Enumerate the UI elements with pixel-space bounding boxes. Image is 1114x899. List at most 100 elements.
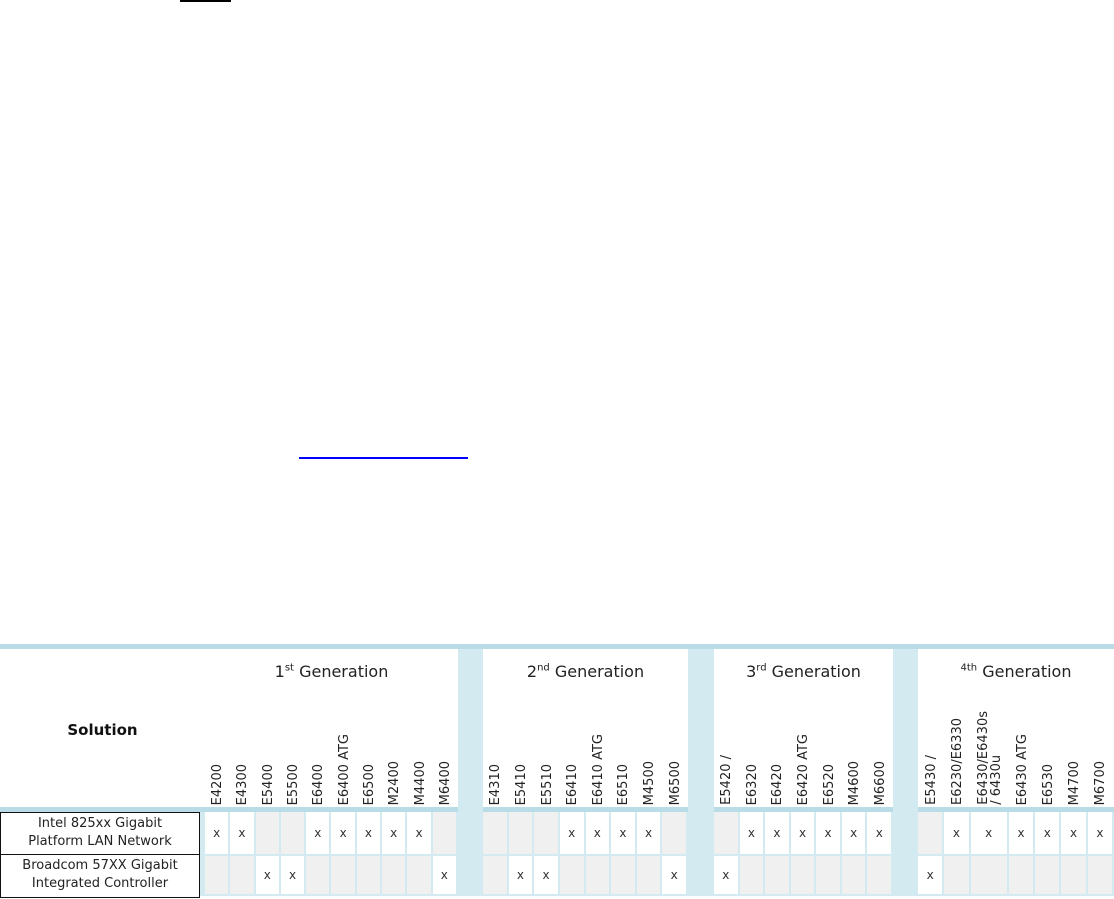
support-cell: [255, 812, 279, 854]
table-row: xxxxxxx: [205, 812, 458, 854]
support-cell: x: [230, 812, 254, 854]
generation-label: Generation: [771, 662, 861, 681]
support-cell: x: [1061, 812, 1086, 854]
model-column-header: M4500: [637, 689, 663, 805]
top-rule: [180, 0, 231, 2]
model-name: E6420 ATG: [796, 733, 812, 805]
model-name: E5410: [513, 763, 529, 805]
model-name: M6500: [667, 760, 683, 805]
model-name: M2400: [387, 760, 403, 805]
support-cell: [1061, 856, 1086, 894]
model-name: E5420 /: [719, 755, 735, 805]
support-cell: x: [559, 812, 584, 854]
generation-2-panel: 2nd Generation E4310 E5410 E5510 E6410 E6410 …: [483, 649, 688, 899]
model-column-header: E6500: [357, 689, 382, 805]
model-name: E5430 /: [923, 755, 939, 805]
generation-label: Generation: [982, 662, 1072, 681]
generation-title: 4th Generation: [918, 662, 1114, 681]
generation-1-panel: 1st Generation E4200 E4300 E5400 E5500 E6400 E…: [205, 649, 458, 899]
support-cell: [331, 856, 355, 894]
support-cell: [662, 812, 686, 854]
table-row: xxx: [205, 856, 458, 894]
model-column-header: M6600: [867, 689, 893, 805]
model-column-header: E5510: [534, 689, 560, 805]
model-column-header: E6420 ATG: [791, 689, 817, 805]
model-column-header: E6230/E6330: [944, 689, 970, 805]
model-name: M4700: [1067, 760, 1083, 805]
model-column-header: E6410: [560, 689, 586, 805]
support-cell: [205, 856, 229, 894]
model-name: M4500: [642, 760, 658, 805]
support-cell: [816, 856, 840, 894]
model-name: M6600: [872, 760, 888, 805]
support-cell: [306, 856, 330, 894]
model-column-header: M4600: [842, 689, 868, 805]
model-name: M6700: [1093, 760, 1109, 805]
support-cell: x: [432, 856, 456, 894]
table-row: xxxx: [483, 812, 688, 854]
support-cell: [559, 856, 584, 894]
generation-header: 1st Generation E4200 E4300 E5400 E5500 E6400 E…: [205, 649, 458, 807]
support-cell: x: [205, 812, 229, 854]
model-name: M4400: [412, 760, 428, 805]
model-column-header: E6520: [816, 689, 842, 805]
support-cell: [636, 856, 661, 894]
model-name: E6510: [616, 763, 632, 805]
generation-suffix: 4th: [960, 662, 978, 674]
model-column-header: E6430/E6430s / 6430u: [970, 689, 1009, 805]
support-cell: [534, 812, 558, 854]
generation-header: 2nd Generation E4310 E5410 E5510 E6410 E6410 …: [483, 649, 688, 807]
support-cell: [508, 812, 533, 854]
support-cell: x: [765, 812, 789, 854]
support-cell: [1035, 856, 1060, 894]
model-column-header: E6400: [306, 689, 331, 805]
support-cell: [483, 856, 507, 894]
support-cell: [280, 812, 305, 854]
support-cell: [765, 856, 789, 894]
model-name: M4600: [847, 760, 863, 805]
model-column-header: E6430 ATG: [1009, 689, 1035, 805]
support-cell: x: [944, 812, 969, 854]
model-column-header: E6410 ATG: [586, 689, 612, 805]
support-cell: x: [611, 812, 635, 854]
support-cell: x: [739, 812, 764, 854]
support-cell: x: [841, 812, 866, 854]
model-name: M6400: [437, 760, 453, 805]
generation-header: 3rd Generation E5420 / E6320 E6420 E6420 ATG…: [714, 649, 893, 807]
support-cell: x: [790, 812, 815, 854]
generation-title: 2nd Generation: [483, 662, 688, 681]
generation-number: 1: [274, 662, 285, 681]
table-row: x: [714, 856, 893, 894]
model-name: E6430 ATG: [1015, 733, 1031, 805]
row-label-line: Broadcom 57XX Gigabit: [22, 858, 178, 873]
model-column-header: E4200: [205, 689, 230, 805]
solution-header: Solution: [67, 721, 138, 739]
generation-suffix: nd: [537, 662, 550, 674]
model-column-header: M4400: [407, 689, 432, 805]
model-name: E6430/E6430s / 6430u: [975, 711, 1004, 805]
row-label-intel: Intel 825xx Gigabit Platform LAN Network: [0, 812, 200, 855]
support-cell: x: [918, 856, 943, 894]
model-column-header: E5400: [256, 689, 281, 805]
model-column-header: E5430 /: [918, 689, 944, 805]
model-name: E6230/E6330: [949, 718, 965, 805]
model-name: E6420: [770, 763, 786, 805]
model-name: E6320: [744, 763, 760, 805]
support-cell: x: [306, 812, 330, 854]
model-column-header: E6510: [611, 689, 637, 805]
model-name: E6520: [821, 763, 837, 805]
model-name: E6400: [311, 763, 327, 805]
support-cell: x: [1008, 812, 1034, 854]
link-underline[interactable]: [299, 457, 468, 459]
generation-3-panel: 3rd Generation E5420 / E6320 E6420 E6420 ATG…: [714, 649, 893, 899]
model-column-header: M4700: [1062, 689, 1088, 805]
support-cell: [841, 856, 866, 894]
support-cell: x: [534, 856, 558, 894]
model-name: E6400 ATG: [336, 733, 352, 805]
generation-title: 3rd Generation: [714, 662, 893, 681]
compatibility-table: Solution Intel 825xx Gigabit Platform LA…: [0, 644, 1114, 899]
model-column-header: E5420 /: [714, 689, 740, 805]
support-cell: [714, 812, 738, 854]
support-cell: [1008, 856, 1034, 894]
model-column-header: M6400: [433, 689, 458, 805]
